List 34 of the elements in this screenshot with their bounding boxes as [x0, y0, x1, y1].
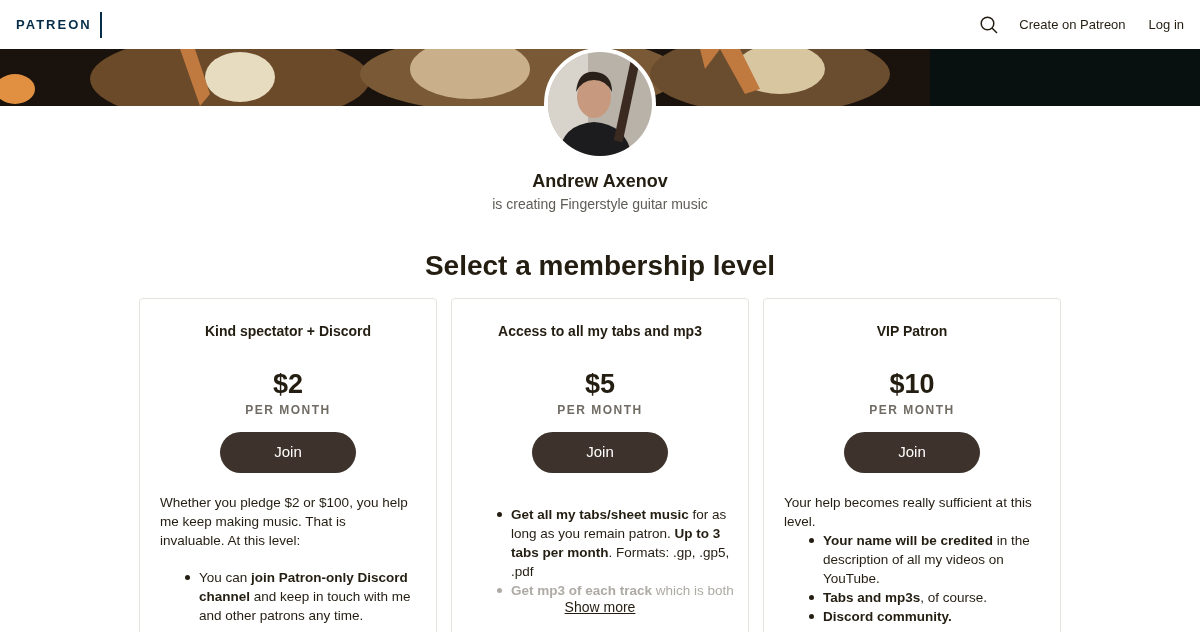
bullet-icon: [185, 575, 190, 580]
search-icon[interactable]: [980, 15, 999, 34]
show-more-link[interactable]: Show more: [564, 598, 636, 617]
tier-price: $2: [272, 368, 303, 400]
join-button[interactable]: Join: [532, 432, 668, 473]
tier-price: $5: [584, 368, 615, 400]
tier-title: VIP Patron: [876, 322, 948, 341]
price-period: PER MONTH: [245, 402, 331, 418]
tier-description: Whether you pledge $2 or $100, you help me keep making music. That is invaluable. At this level:: [160, 494, 409, 550]
nav-link[interactable]: Log in: [1148, 14, 1184, 35]
tier-title: Access to all my tabs and mp3: [498, 322, 702, 341]
tier-price: $10: [889, 368, 935, 400]
benefit-text: Tabs and mp3s, of course.: [823, 589, 988, 607]
bullet-icon: [809, 538, 814, 543]
bullet-icon: [497, 588, 502, 593]
creator-name: Andrew Axenov: [532, 170, 668, 193]
join-button[interactable]: Join: [844, 432, 980, 473]
benefit-text: You can join Patron-only Discord channel and keep in touch with me and other patrons any time.: [199, 569, 412, 625]
tier-title: Kind spectator + Discord: [204, 322, 372, 341]
price-period: PER MONTH: [869, 402, 955, 418]
join-button[interactable]: Join: [220, 432, 356, 473]
price-period: PER MONTH: [557, 402, 643, 418]
benefit-text: Discord community.: [823, 608, 952, 626]
tier-description: Your help becomes really sufficient at this level.: [784, 494, 1033, 531]
bullet-icon: [497, 512, 502, 517]
creator-tagline: is creating Fingerstyle guitar music: [492, 195, 708, 214]
bullet-icon: [809, 614, 814, 619]
bullet-icon: [809, 595, 814, 600]
benefit-text: Get all my tabs/sheet music for as long as you remain patron. Up to 3 tabs per month. Formats: .gp, .gp5, .pdf: [511, 506, 731, 581]
patreon-logo[interactable]: PATREON: [16, 14, 92, 35]
page-heading: Select a membership level: [424, 249, 776, 283]
benefit-text: Your name will be credited in the description of all my videos on YouTube.: [823, 532, 1031, 588]
benefit-text: Get mp3 of each track which is both: [511, 582, 734, 600]
nav-link[interactable]: Create on Patreon: [1019, 14, 1126, 35]
